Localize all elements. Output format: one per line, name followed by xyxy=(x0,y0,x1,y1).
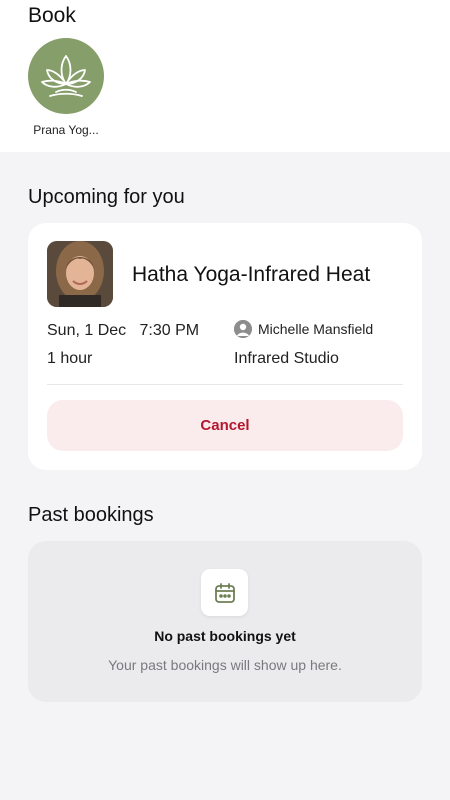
instructor-name: Michelle Mansfield xyxy=(258,321,374,337)
booking-time: 7:30 PM xyxy=(139,322,200,339)
class-name: Hatha Yoga-Infrared Heat xyxy=(132,263,371,286)
book-title: Book xyxy=(28,4,76,27)
past-bookings-heading: Past bookings xyxy=(28,504,154,526)
empty-state-subtitle: Your past bookings will show up here. xyxy=(108,657,342,673)
booking-datetime: Sun, 1 Dec 7:30 PM xyxy=(47,322,199,340)
user-avatar-icon xyxy=(234,320,252,338)
card-divider xyxy=(47,384,403,385)
studio-name: Prana Yog... xyxy=(33,123,99,137)
instructor-photo xyxy=(47,241,113,307)
book-section: Book Prana Yog... xyxy=(0,0,450,152)
upcoming-heading: Upcoming for you xyxy=(28,186,185,208)
booking-location: Infrared Studio xyxy=(234,350,339,367)
upcoming-booking-card[interactable]: Hatha Yoga-Infrared Heat Sun, 1 Dec 7:30… xyxy=(28,223,422,470)
empty-state-title: No past bookings yet xyxy=(154,628,296,644)
cancel-button[interactable]: Cancel xyxy=(47,400,403,451)
lotus-logo-icon xyxy=(28,38,104,114)
booking-duration: 1 hour xyxy=(47,350,93,367)
calendar-icon xyxy=(201,569,248,616)
past-bookings-empty-state: No past bookings yet Your past bookings … xyxy=(28,541,422,702)
booking-date: Sun, 1 Dec xyxy=(47,322,127,339)
studio-tile-prana-yoga[interactable]: Prana Yog... xyxy=(28,38,104,137)
instructor-row: Michelle Mansfield xyxy=(234,320,373,338)
